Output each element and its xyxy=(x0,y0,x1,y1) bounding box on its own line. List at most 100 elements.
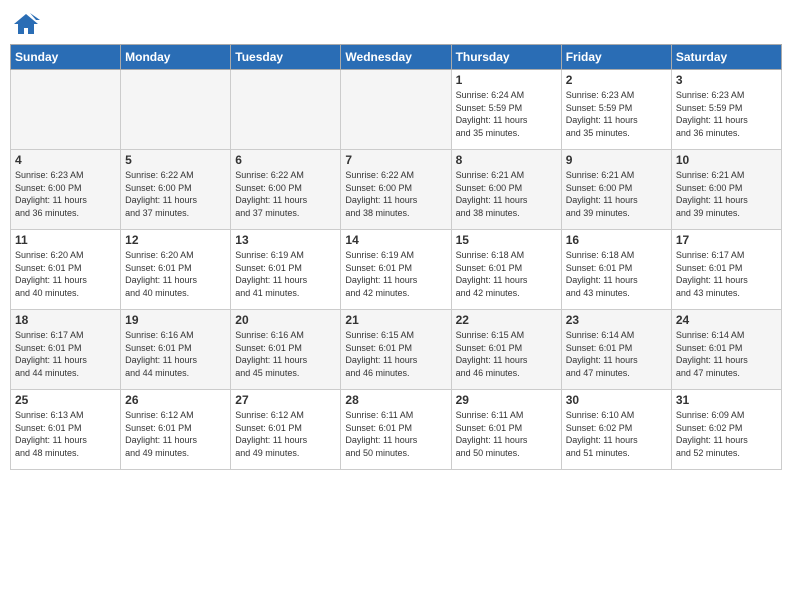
day-number: 8 xyxy=(456,153,557,167)
day-info: Sunrise: 6:10 AM Sunset: 6:02 PM Dayligh… xyxy=(566,409,667,459)
calendar-cell: 22 Sunrise: 6:15 AM Sunset: 6:01 PM Dayli… xyxy=(451,310,561,390)
calendar-cell: 1 Sunrise: 6:24 AM Sunset: 5:59 PM Daylig… xyxy=(451,70,561,150)
day-number: 2 xyxy=(566,73,667,87)
day-number: 30 xyxy=(566,393,667,407)
calendar-cell: 12 Sunrise: 6:20 AM Sunset: 6:01 PM Dayli… xyxy=(121,230,231,310)
calendar-cell: 21 Sunrise: 6:15 AM Sunset: 6:01 PM Dayli… xyxy=(341,310,451,390)
calendar-cell: 10 Sunrise: 6:21 AM Sunset: 6:00 PM Dayli… xyxy=(671,150,781,230)
day-info: Sunrise: 6:12 AM Sunset: 6:01 PM Dayligh… xyxy=(125,409,226,459)
day-info: Sunrise: 6:23 AM Sunset: 5:59 PM Dayligh… xyxy=(676,89,777,139)
day-info: Sunrise: 6:23 AM Sunset: 6:00 PM Dayligh… xyxy=(15,169,116,219)
logo xyxy=(10,10,40,38)
day-number: 15 xyxy=(456,233,557,247)
day-number: 29 xyxy=(456,393,557,407)
day-number: 31 xyxy=(676,393,777,407)
weekday-header-tuesday: Tuesday xyxy=(231,45,341,70)
day-number: 13 xyxy=(235,233,336,247)
day-info: Sunrise: 6:14 AM Sunset: 6:01 PM Dayligh… xyxy=(566,329,667,379)
day-number: 25 xyxy=(15,393,116,407)
day-number: 28 xyxy=(345,393,446,407)
calendar-cell: 16 Sunrise: 6:18 AM Sunset: 6:01 PM Dayli… xyxy=(561,230,671,310)
day-info: Sunrise: 6:21 AM Sunset: 6:00 PM Dayligh… xyxy=(566,169,667,219)
calendar-cell: 9 Sunrise: 6:21 AM Sunset: 6:00 PM Daylig… xyxy=(561,150,671,230)
logo-icon xyxy=(12,10,40,38)
day-number: 23 xyxy=(566,313,667,327)
day-info: Sunrise: 6:21 AM Sunset: 6:00 PM Dayligh… xyxy=(456,169,557,219)
calendar-cell xyxy=(231,70,341,150)
calendar-cell: 11 Sunrise: 6:20 AM Sunset: 6:01 PM Dayli… xyxy=(11,230,121,310)
day-number: 19 xyxy=(125,313,226,327)
weekday-header-saturday: Saturday xyxy=(671,45,781,70)
day-number: 20 xyxy=(235,313,336,327)
calendar-cell: 31Sunrise: 6:09 AM Sunset: 6:02 PM Dayli… xyxy=(671,390,781,470)
calendar-cell: 20 Sunrise: 6:16 AM Sunset: 6:01 PM Dayli… xyxy=(231,310,341,390)
calendar-cell: 8 Sunrise: 6:21 AM Sunset: 6:00 PM Daylig… xyxy=(451,150,561,230)
calendar-cell: 23 Sunrise: 6:14 AM Sunset: 6:01 PM Dayli… xyxy=(561,310,671,390)
day-number: 3 xyxy=(676,73,777,87)
day-number: 6 xyxy=(235,153,336,167)
calendar-cell: 26 Sunrise: 6:12 AM Sunset: 6:01 PM Dayli… xyxy=(121,390,231,470)
weekday-header-monday: Monday xyxy=(121,45,231,70)
day-info: Sunrise: 6:20 AM Sunset: 6:01 PM Dayligh… xyxy=(125,249,226,299)
day-number: 17 xyxy=(676,233,777,247)
day-number: 22 xyxy=(456,313,557,327)
calendar-cell xyxy=(341,70,451,150)
calendar-cell: 15 Sunrise: 6:18 AM Sunset: 6:01 PM Dayli… xyxy=(451,230,561,310)
day-info: Sunrise: 6:22 AM Sunset: 6:00 PM Dayligh… xyxy=(345,169,446,219)
day-number: 24 xyxy=(676,313,777,327)
day-info: Sunrise: 6:13 AM Sunset: 6:01 PM Dayligh… xyxy=(15,409,116,459)
calendar-cell: 28 Sunrise: 6:11 AM Sunset: 6:01 PM Dayli… xyxy=(341,390,451,470)
calendar-cell: 3 Sunrise: 6:23 AM Sunset: 5:59 PM Daylig… xyxy=(671,70,781,150)
day-number: 11 xyxy=(15,233,116,247)
calendar-cell: 2 Sunrise: 6:23 AM Sunset: 5:59 PM Daylig… xyxy=(561,70,671,150)
day-info: Sunrise: 6:23 AM Sunset: 5:59 PM Dayligh… xyxy=(566,89,667,139)
day-number: 4 xyxy=(15,153,116,167)
day-number: 5 xyxy=(125,153,226,167)
day-number: 9 xyxy=(566,153,667,167)
day-info: Sunrise: 6:11 AM Sunset: 6:01 PM Dayligh… xyxy=(456,409,557,459)
day-info: Sunrise: 6:21 AM Sunset: 6:00 PM Dayligh… xyxy=(676,169,777,219)
day-info: Sunrise: 6:18 AM Sunset: 6:01 PM Dayligh… xyxy=(566,249,667,299)
calendar-cell: 5 Sunrise: 6:22 AM Sunset: 6:00 PM Daylig… xyxy=(121,150,231,230)
page-header xyxy=(10,10,782,38)
day-info: Sunrise: 6:24 AM Sunset: 5:59 PM Dayligh… xyxy=(456,89,557,139)
weekday-header-wednesday: Wednesday xyxy=(341,45,451,70)
calendar-cell xyxy=(11,70,121,150)
calendar-cell: 29 Sunrise: 6:11 AM Sunset: 6:01 PM Dayli… xyxy=(451,390,561,470)
day-info: Sunrise: 6:19 AM Sunset: 6:01 PM Dayligh… xyxy=(235,249,336,299)
day-number: 26 xyxy=(125,393,226,407)
day-info: Sunrise: 6:16 AM Sunset: 6:01 PM Dayligh… xyxy=(235,329,336,379)
calendar-cell: 6 Sunrise: 6:22 AM Sunset: 6:00 PM Daylig… xyxy=(231,150,341,230)
day-info: Sunrise: 6:20 AM Sunset: 6:01 PM Dayligh… xyxy=(15,249,116,299)
day-number: 7 xyxy=(345,153,446,167)
day-info: Sunrise: 6:16 AM Sunset: 6:01 PM Dayligh… xyxy=(125,329,226,379)
calendar-cell: 7 Sunrise: 6:22 AM Sunset: 6:00 PM Daylig… xyxy=(341,150,451,230)
day-info: Sunrise: 6:12 AM Sunset: 6:01 PM Dayligh… xyxy=(235,409,336,459)
calendar-cell: 24 Sunrise: 6:14 AM Sunset: 6:01 PM Dayli… xyxy=(671,310,781,390)
day-number: 21 xyxy=(345,313,446,327)
day-number: 16 xyxy=(566,233,667,247)
calendar-cell: 30 Sunrise: 6:10 AM Sunset: 6:02 PM Dayli… xyxy=(561,390,671,470)
day-info: Sunrise: 6:11 AM Sunset: 6:01 PM Dayligh… xyxy=(345,409,446,459)
day-number: 10 xyxy=(676,153,777,167)
day-info: Sunrise: 6:17 AM Sunset: 6:01 PM Dayligh… xyxy=(676,249,777,299)
calendar-cell: 27 Sunrise: 6:12 AM Sunset: 6:01 PM Dayli… xyxy=(231,390,341,470)
weekday-header-sunday: Sunday xyxy=(11,45,121,70)
day-number: 1 xyxy=(456,73,557,87)
day-number: 27 xyxy=(235,393,336,407)
day-number: 14 xyxy=(345,233,446,247)
day-info: Sunrise: 6:18 AM Sunset: 6:01 PM Dayligh… xyxy=(456,249,557,299)
day-info: Sunrise: 6:22 AM Sunset: 6:00 PM Dayligh… xyxy=(125,169,226,219)
calendar-cell: 18Sunrise: 6:17 AM Sunset: 6:01 PM Dayli… xyxy=(11,310,121,390)
day-info: Sunrise: 6:15 AM Sunset: 6:01 PM Dayligh… xyxy=(345,329,446,379)
weekday-header-thursday: Thursday xyxy=(451,45,561,70)
weekday-header-friday: Friday xyxy=(561,45,671,70)
day-info: Sunrise: 6:15 AM Sunset: 6:01 PM Dayligh… xyxy=(456,329,557,379)
calendar-cell: 13 Sunrise: 6:19 AM Sunset: 6:01 PM Dayli… xyxy=(231,230,341,310)
day-info: Sunrise: 6:22 AM Sunset: 6:00 PM Dayligh… xyxy=(235,169,336,219)
day-number: 12 xyxy=(125,233,226,247)
day-info: Sunrise: 6:17 AM Sunset: 6:01 PM Dayligh… xyxy=(15,329,116,379)
day-info: Sunrise: 6:14 AM Sunset: 6:01 PM Dayligh… xyxy=(676,329,777,379)
day-info: Sunrise: 6:19 AM Sunset: 6:01 PM Dayligh… xyxy=(345,249,446,299)
calendar-cell: 25 Sunrise: 6:13 AM Sunset: 6:01 PM Dayli… xyxy=(11,390,121,470)
